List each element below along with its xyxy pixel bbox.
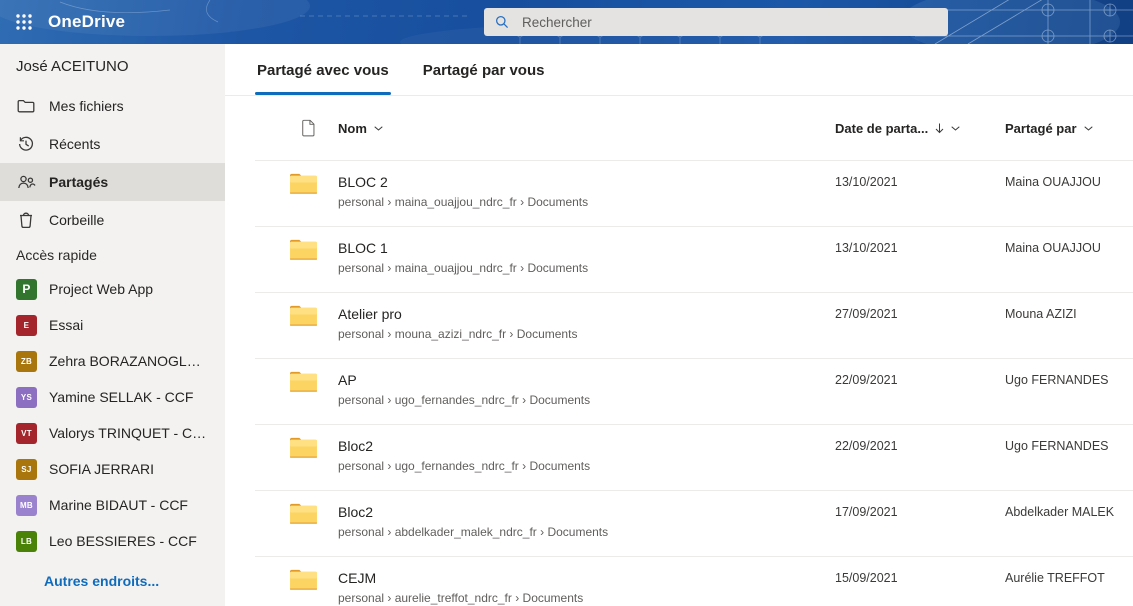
folder-icon xyxy=(16,96,36,116)
quick-access-heading: Accès rapide xyxy=(16,247,97,263)
sidebar-item-recents[interactable]: Récents xyxy=(0,125,225,163)
folder-icon xyxy=(255,293,338,358)
column-header-partage-par[interactable]: Partagé par xyxy=(1005,121,1133,136)
folder-icon xyxy=(255,161,338,226)
site-avatar: YS xyxy=(16,386,37,408)
column-header-date[interactable]: Date de parta... xyxy=(835,121,1005,136)
site-avatar: LB xyxy=(16,530,37,552)
main-content: Partagé avec vous Partagé par vous Nom D… xyxy=(225,44,1133,606)
file-name: BLOC 1 xyxy=(338,240,388,256)
waffle-icon xyxy=(16,14,32,30)
shared-date: 13/10/2021 xyxy=(835,241,898,255)
app-launcher-button[interactable] xyxy=(8,6,40,38)
quick-access-item-project-web-app[interactable]: P Project Web App xyxy=(0,271,225,307)
shared-by: Ugo FERNANDES xyxy=(1005,373,1109,387)
search-icon xyxy=(496,16,509,29)
shared-by: Ugo FERNANDES xyxy=(1005,439,1109,453)
column-header-nom[interactable]: Nom xyxy=(338,121,835,136)
quick-access-item-leo[interactable]: LB Leo BESSIERES - CCF xyxy=(0,523,225,559)
tab-partage-avec-vous[interactable]: Partagé avec vous xyxy=(255,62,391,95)
shared-date: 17/09/2021 xyxy=(835,505,898,519)
folder-icon xyxy=(255,425,338,490)
folder-icon xyxy=(255,359,338,424)
sidebar-item-label: Partagés xyxy=(49,174,109,190)
shared-by: Abdelkader MALEK xyxy=(1005,505,1115,519)
onedrive-app: OneDrive José ACEITUNO Mes fichiers xyxy=(0,0,1133,606)
chevron-down-icon xyxy=(1083,125,1093,131)
quick-access-item-essai[interactable]: E Essai xyxy=(0,307,225,343)
shared-date: 22/09/2021 xyxy=(835,439,898,453)
search-box[interactable] xyxy=(484,8,948,36)
sidebar-item-label: Mes fichiers xyxy=(49,98,124,114)
sidebar-item-label: Corbeille xyxy=(49,212,105,228)
sidebar-item-mes-fichiers[interactable]: Mes fichiers xyxy=(0,87,225,125)
file-row[interactable]: Atelier pro personal › mouna_azizi_ndrc_… xyxy=(255,293,1133,359)
file-row[interactable]: AP personal › ugo_fernandes_ndrc_fr › Do… xyxy=(255,359,1133,425)
shared-date: 27/09/2021 xyxy=(835,307,898,321)
search-input[interactable] xyxy=(520,13,938,31)
shared-date: 15/09/2021 xyxy=(835,571,898,585)
shared-by: Maina OUAJJOU xyxy=(1005,175,1101,189)
folder-icon xyxy=(255,491,338,556)
top-banner: OneDrive xyxy=(0,0,1133,44)
tab-partage-par-vous[interactable]: Partagé par vous xyxy=(421,62,547,95)
file-row[interactable]: Bloc2 personal › ugo_fernandes_ndrc_fr ›… xyxy=(255,425,1133,491)
quick-access-item-yamine[interactable]: YS Yamine SELLAK - CCF xyxy=(0,379,225,415)
file-row[interactable]: BLOC 2 personal › maina_ouajjou_ndrc_fr … xyxy=(255,161,1133,227)
app-title: OneDrive xyxy=(48,12,126,31)
quick-access-item-marine[interactable]: MB Marine BIDAUT - CCF xyxy=(0,487,225,523)
chevron-down-icon xyxy=(951,125,960,131)
more-places-link[interactable]: Autres endroits... xyxy=(44,573,209,589)
file-path: personal › ugo_fernandes_ndrc_fr › Docum… xyxy=(338,459,591,473)
site-avatar: MB xyxy=(16,494,37,516)
site-avatar: ZB xyxy=(16,350,37,372)
table-header: Nom Date de parta... Partagé par xyxy=(255,96,1133,161)
site-avatar: VT xyxy=(16,422,37,444)
shared-files-table: Nom Date de parta... Partagé par BLOC 2 … xyxy=(255,96,1133,606)
site-avatar: SJ xyxy=(16,458,37,480)
shared-by: Maina OUAJJOU xyxy=(1005,241,1101,255)
column-header-type[interactable] xyxy=(255,119,338,137)
people-icon xyxy=(16,172,36,192)
file-row[interactable]: BLOC 1 personal › maina_ouajjou_ndrc_fr … xyxy=(255,227,1133,293)
file-name: Atelier pro xyxy=(338,306,402,322)
document-icon xyxy=(302,119,315,137)
tab-bar: Partagé avec vous Partagé par vous xyxy=(225,44,1133,96)
file-name: AP xyxy=(338,372,357,388)
file-row[interactable]: Bloc2 personal › abdelkader_malek_ndrc_f… xyxy=(255,491,1133,557)
quick-access-item-sofia[interactable]: SJ SOFIA JERRARI xyxy=(0,451,225,487)
chevron-down-icon xyxy=(374,125,383,131)
quick-access-item-zehra[interactable]: ZB Zehra BORAZANOGLU - ... xyxy=(0,343,225,379)
sidebar-item-corbeille[interactable]: Corbeille xyxy=(0,201,225,239)
file-name: BLOC 2 xyxy=(338,174,388,190)
shared-by: Aurélie TREFFOT xyxy=(1005,571,1105,585)
file-path: personal › aurelie_treffot_ndrc_fr › Doc… xyxy=(338,591,584,605)
sidebar: José ACEITUNO Mes fichiers Récents Parta… xyxy=(0,44,225,606)
file-name: Bloc2 xyxy=(338,504,374,520)
sidebar-item-label: Récents xyxy=(49,136,101,152)
shared-date: 22/09/2021 xyxy=(835,373,898,387)
site-avatar: E xyxy=(16,314,37,336)
quick-access-list: P Project Web App E Essai ZB Zehra BORAZ… xyxy=(0,271,225,559)
history-icon xyxy=(16,134,36,154)
trash-icon xyxy=(16,210,36,230)
sidebar-item-partages[interactable]: Partagés xyxy=(0,163,225,201)
file-row[interactable]: CEJM personal › aurelie_treffot_ndrc_fr … xyxy=(255,557,1133,606)
file-path: personal › ugo_fernandes_ndrc_fr › Docum… xyxy=(338,393,591,407)
sort-descending-icon xyxy=(935,123,944,133)
quick-access-item-valorys[interactable]: VT Valorys TRINQUET - CCF xyxy=(0,415,225,451)
file-path: personal › mouna_azizi_ndrc_fr › Documen… xyxy=(338,327,578,341)
folder-icon xyxy=(255,557,338,606)
file-path: personal › maina_ouajjou_ndrc_fr › Docum… xyxy=(338,195,589,209)
file-name: Bloc2 xyxy=(338,438,374,454)
file-path: personal › maina_ouajjou_ndrc_fr › Docum… xyxy=(338,261,589,275)
shared-date: 13/10/2021 xyxy=(835,175,898,189)
user-name: José ACEITUNO xyxy=(16,58,129,75)
file-path: personal › abdelkader_malek_ndrc_fr › Do… xyxy=(338,525,609,539)
site-avatar: P xyxy=(16,278,37,300)
folder-icon xyxy=(255,227,338,292)
sidebar-nav: Mes fichiers Récents Partagés Corbeille xyxy=(0,87,225,239)
shared-by: Mouna AZIZI xyxy=(1005,307,1077,321)
file-name: CEJM xyxy=(338,570,377,586)
